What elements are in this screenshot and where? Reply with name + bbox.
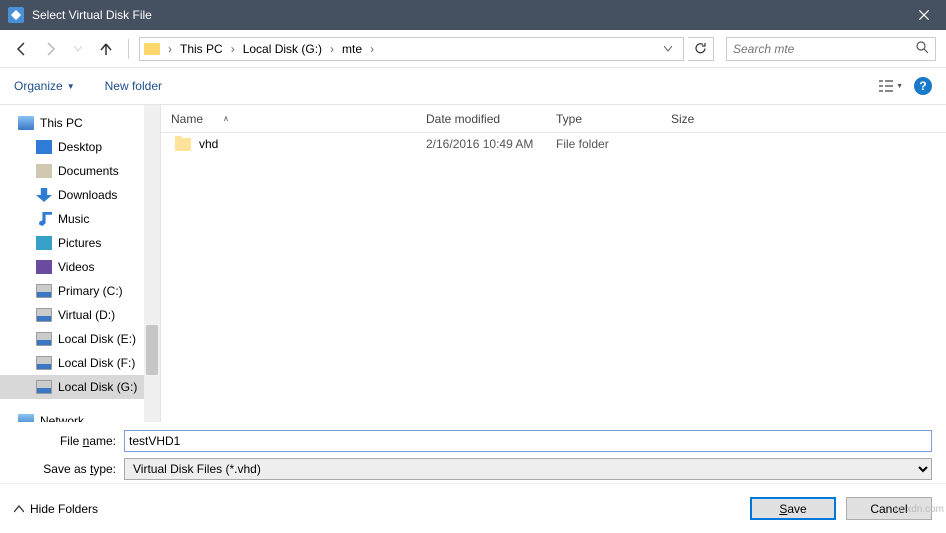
up-button[interactable] bbox=[94, 37, 118, 61]
address-dropdown[interactable] bbox=[657, 38, 679, 60]
tree-network[interactable]: Network bbox=[0, 409, 160, 422]
tree-local-g[interactable]: Local Disk (G:) bbox=[0, 375, 160, 399]
watermark: wsxdn.com bbox=[894, 504, 944, 515]
sort-asc-icon: ∧ bbox=[223, 114, 229, 123]
window-title: Select Virtual Disk File bbox=[32, 8, 901, 22]
drive-icon bbox=[36, 284, 52, 298]
tree-pictures[interactable]: Pictures bbox=[0, 231, 160, 255]
recent-dropdown[interactable] bbox=[66, 37, 90, 61]
drive-icon bbox=[36, 308, 52, 322]
tree-desktop[interactable]: Desktop bbox=[0, 135, 160, 159]
main-pane: This PC Desktop Documents Downloads Musi… bbox=[0, 104, 946, 422]
column-headers: Name∧ Date modified Type Size bbox=[161, 105, 946, 133]
desktop-icon bbox=[36, 140, 52, 154]
chevron-down-icon bbox=[74, 46, 82, 52]
col-date[interactable]: Date modified bbox=[416, 112, 546, 126]
chevron-right-icon: › bbox=[229, 42, 237, 56]
file-date: 2/16/2016 10:49 AM bbox=[416, 137, 546, 151]
crumb-folder[interactable]: mte bbox=[338, 40, 366, 58]
chevron-up-icon bbox=[14, 505, 24, 513]
network-icon bbox=[18, 414, 34, 422]
nav-tree[interactable]: This PC Desktop Documents Downloads Musi… bbox=[0, 105, 160, 422]
crumb-this-pc[interactable]: This PC bbox=[176, 40, 227, 58]
navigation-bar: › This PC › Local Disk (G:) › mte › bbox=[0, 30, 946, 68]
filetype-label: Save as type: bbox=[14, 462, 124, 476]
refresh-icon bbox=[694, 42, 707, 55]
tree-local-f[interactable]: Local Disk (F:) bbox=[0, 351, 160, 375]
scrollbar-thumb[interactable] bbox=[146, 325, 158, 375]
save-button[interactable]: Save bbox=[750, 497, 836, 520]
filename-label: File name: bbox=[14, 434, 124, 448]
help-icon: ? bbox=[919, 79, 926, 93]
chevron-down-icon: ▼ bbox=[67, 82, 75, 91]
chevron-right-icon: › bbox=[328, 42, 336, 56]
back-button[interactable] bbox=[10, 37, 34, 61]
tree-this-pc[interactable]: This PC bbox=[0, 111, 160, 135]
up-icon bbox=[99, 42, 113, 56]
search-input[interactable] bbox=[733, 42, 916, 56]
tree-videos[interactable]: Videos bbox=[0, 255, 160, 279]
chevron-right-icon: › bbox=[368, 42, 376, 56]
back-icon bbox=[14, 41, 30, 57]
close-button[interactable] bbox=[901, 0, 946, 30]
address-bar[interactable]: › This PC › Local Disk (G:) › mte › bbox=[139, 37, 684, 61]
file-rows: vhd 2/16/2016 10:49 AM File folder bbox=[161, 133, 946, 422]
refresh-button[interactable] bbox=[688, 37, 714, 61]
drive-icon bbox=[36, 332, 52, 346]
tree-local-e[interactable]: Local Disk (E:) bbox=[0, 327, 160, 351]
folder-icon bbox=[144, 43, 160, 55]
filetype-select[interactable]: Virtual Disk Files (*.vhd) bbox=[124, 458, 932, 480]
col-type[interactable]: Type bbox=[546, 112, 661, 126]
close-icon bbox=[919, 10, 929, 20]
filename-input[interactable] bbox=[124, 430, 932, 452]
file-list-pane: Name∧ Date modified Type Size vhd 2/16/2… bbox=[160, 105, 946, 422]
tree-scrollbar[interactable] bbox=[144, 105, 160, 422]
drive-icon bbox=[36, 356, 52, 370]
chevron-down-icon bbox=[664, 46, 672, 52]
search-icon[interactable] bbox=[916, 41, 929, 57]
videos-icon bbox=[36, 260, 52, 274]
organize-button[interactable]: Organize ▼ bbox=[14, 79, 75, 93]
forward-button bbox=[38, 37, 62, 61]
hide-folders-button[interactable]: Hide Folders bbox=[14, 502, 98, 516]
tree-music[interactable]: Music bbox=[0, 207, 160, 231]
chevron-right-icon: › bbox=[166, 42, 174, 56]
pictures-icon bbox=[36, 236, 52, 250]
documents-icon bbox=[36, 164, 52, 178]
footer: Hide Folders Save Cancel bbox=[0, 483, 946, 533]
toolbar: Organize ▼ New folder ▼ ? bbox=[0, 68, 946, 104]
new-folder-button[interactable]: New folder bbox=[105, 79, 162, 93]
help-button[interactable]: ? bbox=[914, 77, 932, 95]
title-bar: Select Virtual Disk File bbox=[0, 0, 946, 30]
search-box[interactable] bbox=[726, 37, 936, 61]
col-name[interactable]: Name∧ bbox=[161, 112, 416, 126]
tree-virtual-d[interactable]: Virtual (D:) bbox=[0, 303, 160, 327]
file-row[interactable]: vhd 2/16/2016 10:49 AM File folder bbox=[161, 133, 946, 155]
music-icon bbox=[36, 212, 52, 226]
forward-icon bbox=[42, 41, 58, 57]
separator bbox=[128, 39, 129, 59]
crumb-drive[interactable]: Local Disk (G:) bbox=[239, 40, 326, 58]
app-icon bbox=[8, 7, 24, 23]
tree-downloads[interactable]: Downloads bbox=[0, 183, 160, 207]
view-mode-button[interactable]: ▼ bbox=[878, 76, 904, 96]
file-name: vhd bbox=[199, 137, 218, 151]
drive-icon bbox=[36, 380, 52, 394]
downloads-icon bbox=[36, 188, 52, 202]
tree-documents[interactable]: Documents bbox=[0, 159, 160, 183]
file-type: File folder bbox=[546, 137, 661, 151]
save-form: File name: Save as type: Virtual Disk Fi… bbox=[0, 422, 946, 480]
folder-icon bbox=[175, 138, 191, 151]
chevron-down-icon: ▼ bbox=[896, 83, 903, 90]
pc-icon bbox=[18, 116, 34, 130]
tree-primary-c[interactable]: Primary (C:) bbox=[0, 279, 160, 303]
col-size[interactable]: Size bbox=[661, 112, 761, 126]
view-list-icon bbox=[879, 79, 893, 93]
